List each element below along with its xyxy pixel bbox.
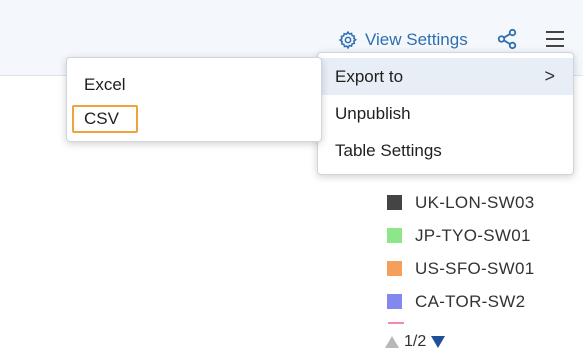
legend-item[interactable]: CA-TOR-SW2 [387, 285, 535, 318]
page-up-icon[interactable] [384, 334, 400, 350]
legend-item[interactable]: US-SFO-SW01 [387, 252, 535, 285]
legend-label: US-SFO-SW01 [415, 258, 535, 278]
menu-item-unpublish[interactable]: Unpublish [318, 95, 573, 132]
app-stage: View Settings Export to > Unpublish Tabl… [0, 0, 583, 362]
legend-label: UK-LON-SW03 [415, 192, 535, 212]
legend-item[interactable]: UK-LON-SW03 [387, 186, 535, 219]
page-down-icon[interactable] [430, 334, 446, 350]
menu-item-export-to[interactable]: Export to > [318, 58, 573, 95]
chevron-right-icon: > [544, 66, 555, 86]
view-settings-button[interactable]: View Settings [338, 28, 468, 52]
export-csv-option[interactable]: CSV [72, 105, 138, 133]
menu-item-label: Unpublish [335, 104, 411, 123]
legend-swatch [387, 228, 402, 243]
menu-item-label: Table Settings [335, 141, 442, 160]
actions-dropdown-menu: Export to > Unpublish Table Settings [317, 52, 574, 175]
chart-legend: UK-LON-SW03 JP-TYO-SW01 US-SFO-SW01 CA-T… [387, 186, 535, 318]
legend-label: JP-TYO-SW01 [415, 225, 531, 245]
export-submenu: Excel CSV [66, 57, 322, 142]
page-indicator: 1/2 [404, 333, 427, 350]
menu-item-table-settings[interactable]: Table Settings [318, 132, 573, 169]
share-icon [497, 28, 517, 50]
legend-swatch [387, 195, 402, 210]
legend-item[interactable]: JP-TYO-SW01 [387, 219, 535, 252]
export-excel-option[interactable]: Excel [71, 71, 136, 99]
more-menu-button[interactable] [545, 29, 565, 49]
legend-pager: 1/2 [384, 333, 446, 351]
legend-swatch [387, 294, 402, 309]
legend-item-partial [388, 322, 404, 324]
share-button[interactable] [496, 28, 518, 50]
gear-icon [338, 30, 357, 50]
hamburger-menu-icon [546, 31, 564, 47]
legend-label: CA-TOR-SW2 [415, 291, 526, 311]
view-settings-label: View Settings [365, 30, 468, 49]
menu-item-label: Export to [335, 67, 404, 86]
legend-swatch [387, 261, 402, 276]
